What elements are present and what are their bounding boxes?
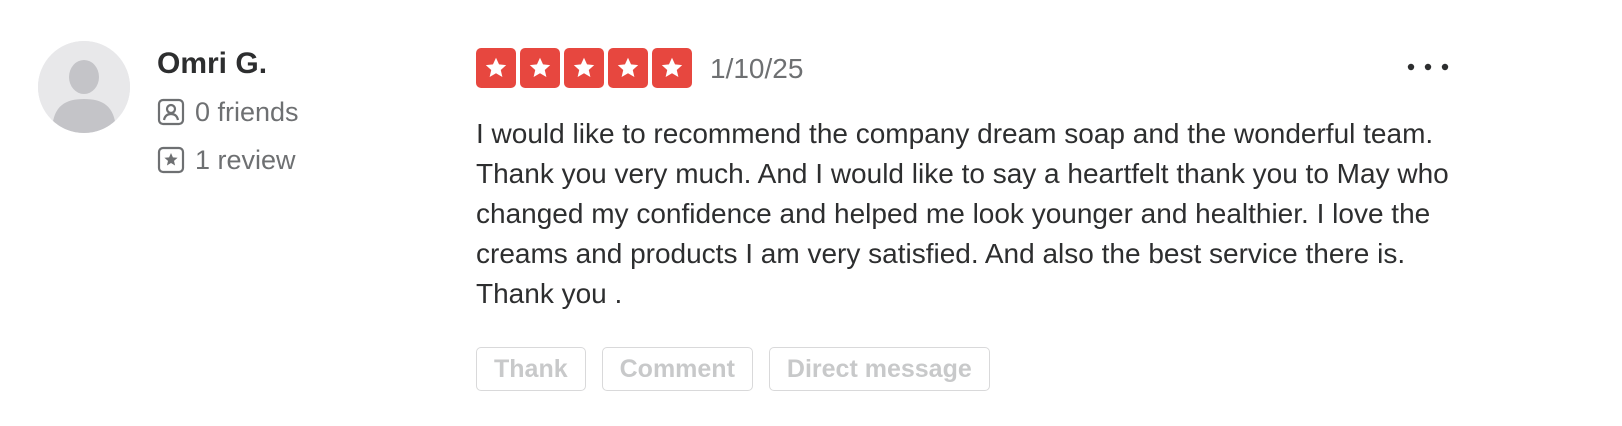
review-actions: Thank Comment Direct message — [476, 347, 990, 391]
review-count: 1 review — [157, 144, 296, 176]
avatar[interactable] — [38, 41, 130, 133]
more-options-icon — [1407, 63, 1449, 71]
review-count-label: 1 review — [195, 144, 296, 175]
star-2 — [520, 48, 560, 88]
star-icon — [661, 57, 683, 77]
star-badge-icon — [157, 146, 185, 174]
review-date: 1/10/25 — [710, 53, 804, 84]
user-name[interactable]: Omri G. — [157, 44, 267, 84]
review-text: I would like to recommend the company dr… — [476, 118, 1449, 309]
star-rating — [476, 48, 692, 88]
friends-icon — [157, 98, 185, 126]
star-1 — [476, 48, 516, 88]
thank-button[interactable]: Thank — [476, 347, 586, 391]
default-user-avatar-icon — [38, 41, 130, 133]
direct-message-button[interactable]: Direct message — [768, 347, 990, 391]
friends-count-label: 0 friends — [195, 96, 299, 127]
friends-count: 0 friends — [157, 96, 299, 128]
comment-button[interactable]: Comment — [601, 347, 753, 391]
star-icon — [485, 57, 507, 77]
star-icon — [529, 57, 551, 77]
star-3 — [564, 48, 604, 88]
review-card: Omri G. 0 friends 1 review 1/10/25 I wou… — [0, 0, 1622, 426]
star-icon — [573, 57, 595, 77]
more-options-button[interactable] — [1398, 52, 1458, 82]
star-icon — [617, 57, 639, 77]
star-5 — [652, 48, 692, 88]
star-4 — [608, 48, 648, 88]
